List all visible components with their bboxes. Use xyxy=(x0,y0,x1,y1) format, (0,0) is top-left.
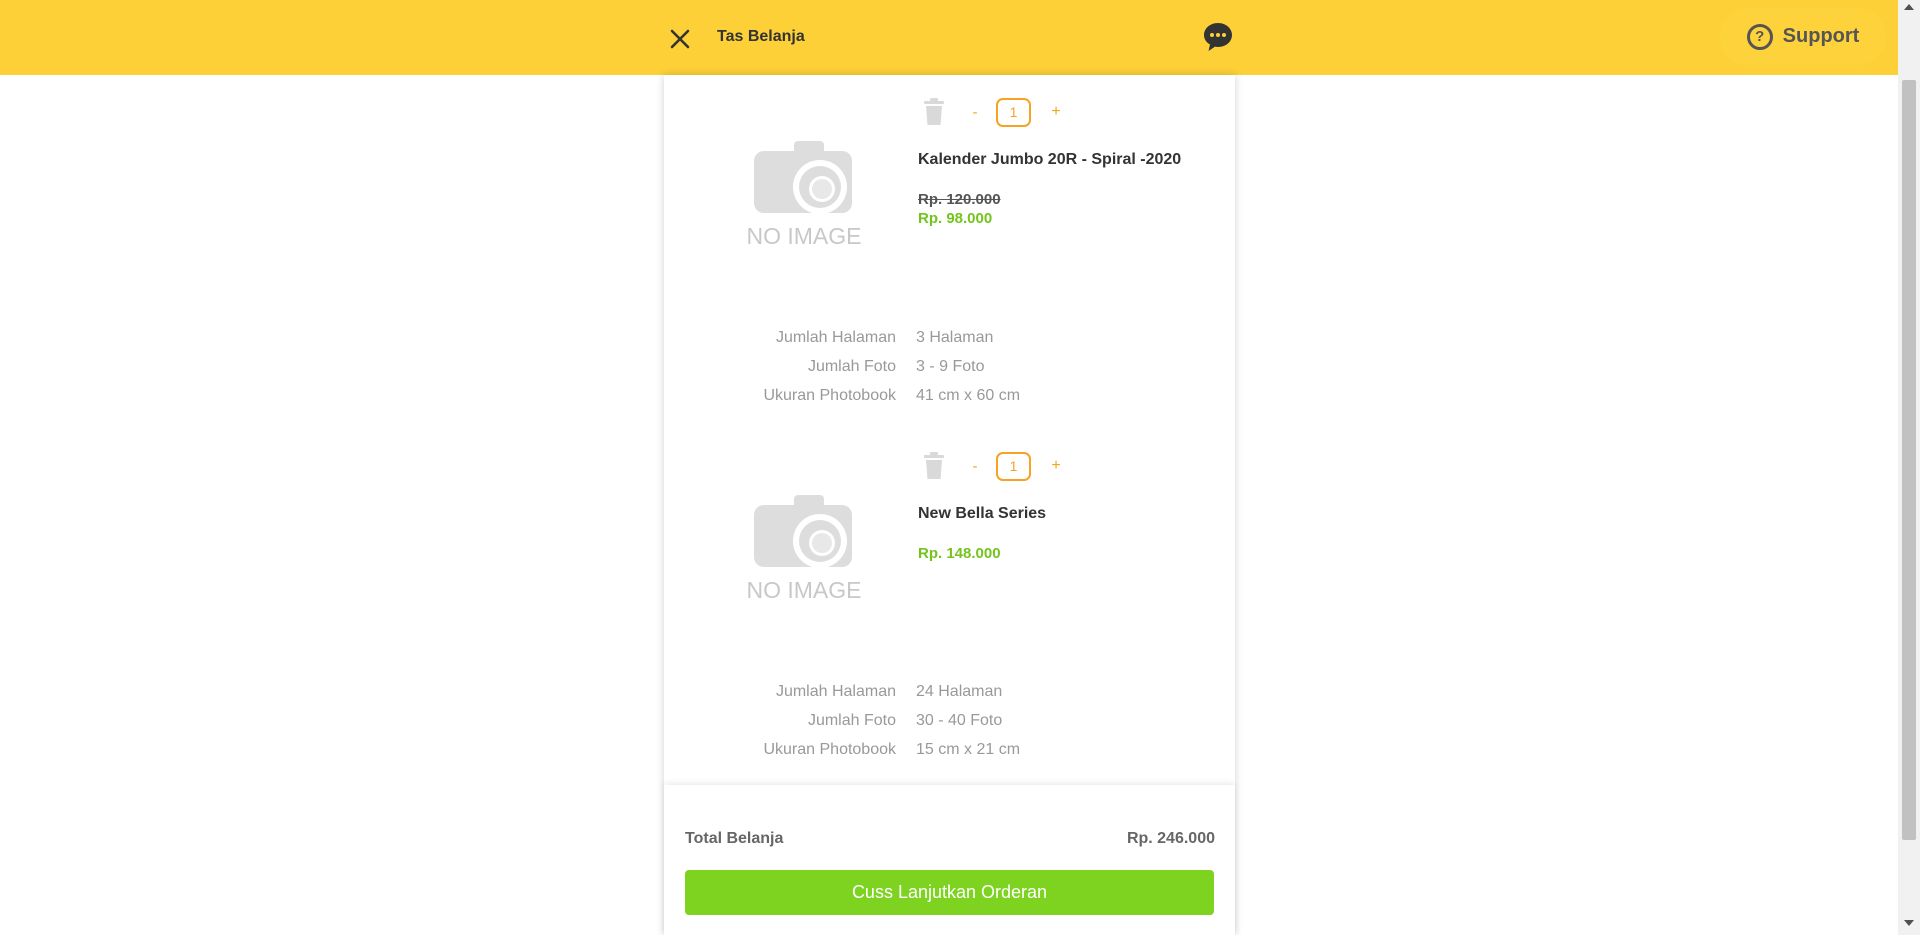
spec-row: Ukuran Photobook 41 cm x 60 cm xyxy=(664,387,1235,416)
scrollbar[interactable] xyxy=(1898,0,1920,935)
no-image-label: NO IMAGE xyxy=(746,223,862,249)
spec-label: Jumlah Halaman xyxy=(775,683,896,700)
quantity-increase-button[interactable]: + xyxy=(1049,103,1063,121)
product-image-placeholder: NO IMAGE xyxy=(734,491,874,616)
product-image-placeholder: NO IMAGE xyxy=(734,137,874,262)
no-image-label: NO IMAGE xyxy=(746,577,862,603)
spec-value: 3 Halaman xyxy=(916,329,994,346)
spec-label: Jumlah Halaman xyxy=(775,329,896,346)
trash-icon[interactable] xyxy=(922,452,946,480)
product-specs: Jumlah Halaman 24 Halaman Jumlah Foto 30… xyxy=(664,683,1235,770)
camera-icon xyxy=(754,495,852,568)
checkout-button[interactable]: Cuss Lanjutkan Orderan xyxy=(685,870,1214,915)
discount-price: Rp. 98.000 xyxy=(918,210,993,227)
item-controls: - 1 + xyxy=(922,97,1063,127)
product-name: New Bella Series xyxy=(918,505,1047,522)
header-bar: Tas Belanja ? Support xyxy=(0,0,1898,75)
product-name: Kalender Jumbo 20R - Spiral -2020 xyxy=(918,151,1182,168)
chat-bubble-icon[interactable] xyxy=(1202,21,1234,53)
spec-row: Jumlah Foto 30 - 40 Foto xyxy=(664,712,1235,741)
spec-label: Ukuran Photobook xyxy=(763,741,896,758)
spec-value: 3 - 9 Foto xyxy=(916,358,985,375)
quantity-value[interactable]: 1 xyxy=(996,97,1031,127)
spec-row: Ukuran Photobook 15 cm x 21 cm xyxy=(664,741,1235,770)
trash-icon[interactable] xyxy=(922,98,946,126)
scroll-up-icon[interactable] xyxy=(1904,4,1914,10)
scroll-thumb[interactable] xyxy=(1902,80,1916,840)
close-icon[interactable] xyxy=(664,23,696,55)
spec-label: Jumlah Foto xyxy=(807,712,896,729)
original-price: Rp. 120.000 xyxy=(918,191,1001,208)
cart-footer: Total Belanja Rp. 246.000 Cuss Lanjutkan… xyxy=(664,785,1235,935)
quantity-increase-button[interactable]: + xyxy=(1049,457,1063,475)
product-specs: Jumlah Halaman 3 Halaman Jumlah Foto 3 -… xyxy=(664,329,1235,416)
quantity-value[interactable]: 1 xyxy=(996,451,1031,481)
scroll-down-icon[interactable] xyxy=(1904,920,1914,926)
page-title: Tas Belanja xyxy=(717,28,805,45)
spec-value: 24 Halaman xyxy=(916,683,1003,700)
spec-row: Jumlah Halaman 24 Halaman xyxy=(664,683,1235,712)
spec-value: 41 cm x 60 cm xyxy=(916,387,1021,404)
support-label: Support xyxy=(1782,25,1860,47)
total-value: Rp. 246.000 xyxy=(1126,830,1215,847)
spec-row: Jumlah Foto 3 - 9 Foto xyxy=(664,358,1235,387)
question-circle-icon: ? xyxy=(1746,23,1773,50)
quantity-decrease-button[interactable]: - xyxy=(968,458,982,475)
support-button[interactable]: ? Support xyxy=(1720,8,1886,65)
spec-value: 30 - 40 Foto xyxy=(916,712,1003,729)
item-controls: - 1 + xyxy=(922,451,1063,481)
quantity-decrease-button[interactable]: - xyxy=(968,104,982,121)
total-label: Total Belanja xyxy=(685,830,784,847)
spec-label: Jumlah Foto xyxy=(807,358,896,375)
camera-icon xyxy=(754,141,852,214)
spec-value: 15 cm x 21 cm xyxy=(916,741,1021,758)
spec-label: Ukuran Photobook xyxy=(763,387,896,404)
spec-row: Jumlah Halaman 3 Halaman xyxy=(664,329,1235,358)
item-price: Rp. 148.000 xyxy=(918,545,1001,562)
